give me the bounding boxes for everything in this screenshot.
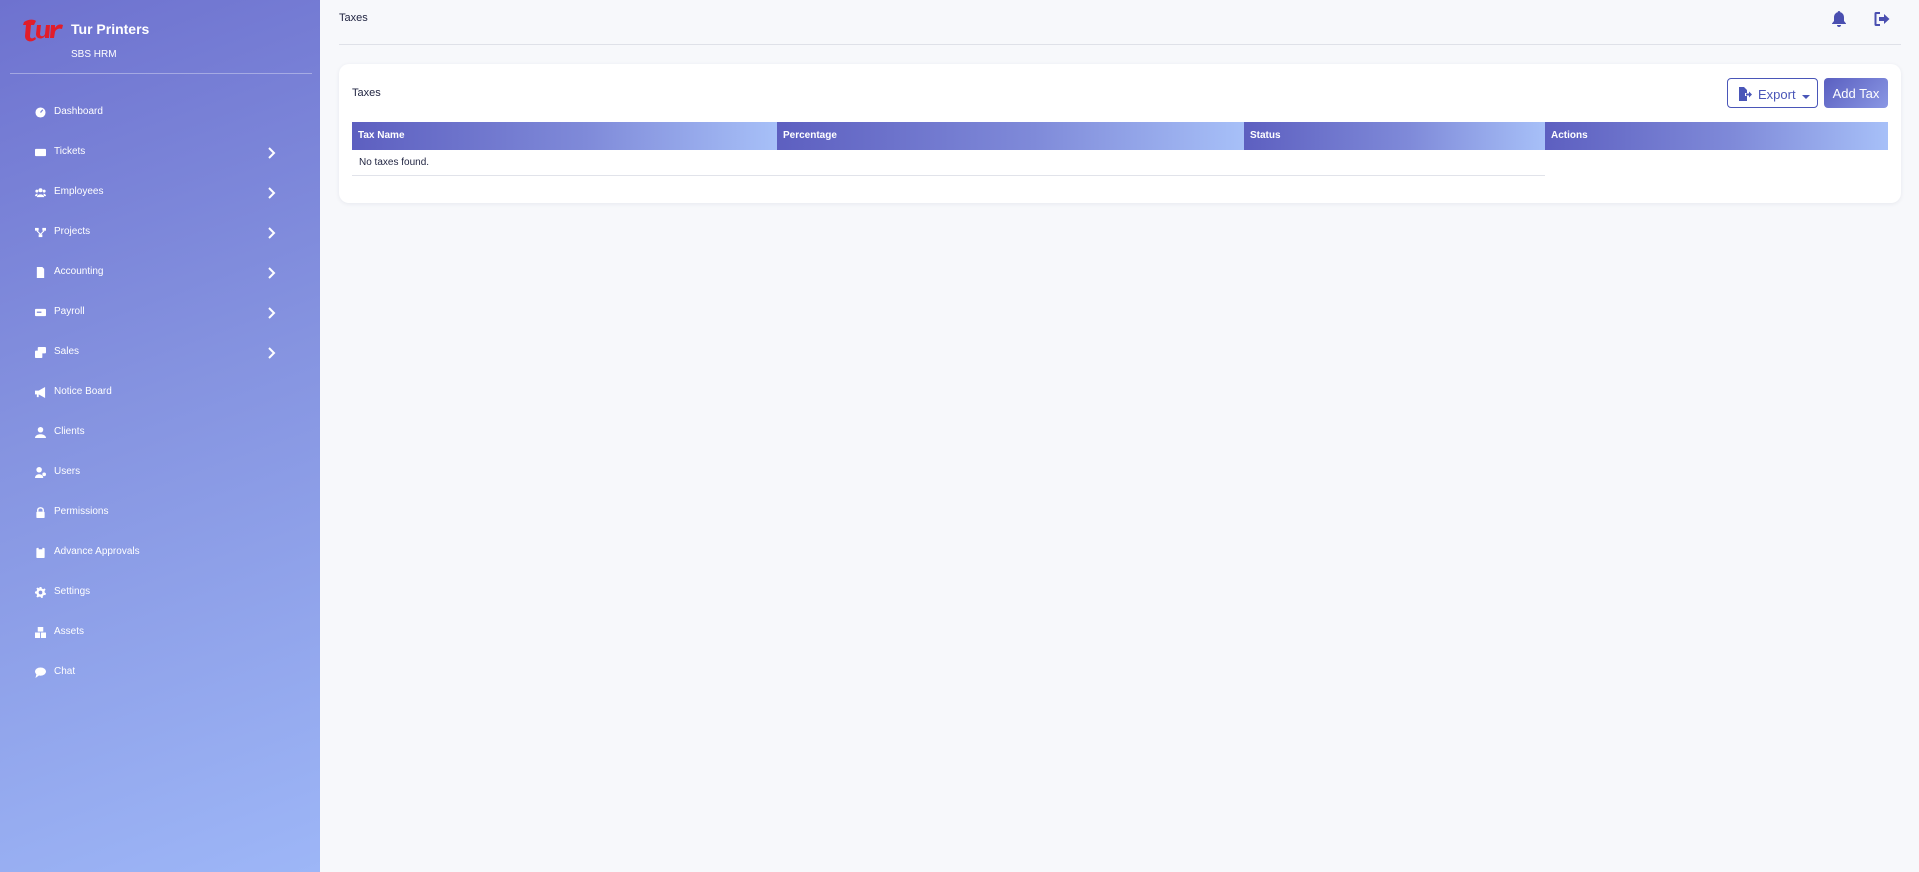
page-title: Taxes: [339, 12, 368, 24]
layers-icon: [34, 346, 46, 358]
chevron-right-icon: [266, 266, 276, 279]
sidebar-item-dashboard[interactable]: Dashboard: [0, 93, 320, 133]
sidebar: Tur Printers SBS HRM Dashboard Tickets E…: [0, 0, 320, 872]
sidebar-item-label: Payroll: [54, 306, 85, 317]
sidebar-item-label: Sales: [54, 346, 80, 357]
sidebar-item-label: Users: [54, 466, 81, 477]
project-diagram-icon: [34, 226, 46, 238]
sidebar-item-permissions[interactable]: Permissions: [0, 493, 320, 533]
bullhorn-icon: [34, 386, 46, 398]
brand-subtitle: SBS HRM: [71, 49, 117, 60]
brand[interactable]: Tur Printers SBS HRM: [22, 14, 312, 74]
logout-icon[interactable]: [1874, 11, 1890, 27]
file-invoice-icon: [34, 266, 46, 278]
sidebar-item-accounting[interactable]: Accounting: [0, 253, 320, 293]
sidebar-item-advance-approvals[interactable]: Advance Approvals: [0, 533, 320, 573]
chat-bubble-icon: [34, 666, 46, 678]
column-header-percentage[interactable]: Percentage: [777, 122, 1244, 150]
sidebar-item-label: Permissions: [54, 506, 109, 517]
sidebar-item-label: Employees: [54, 186, 104, 197]
sidebar-item-users[interactable]: Users: [0, 453, 320, 493]
boxes-icon: [34, 626, 46, 638]
user-gear-icon: [34, 466, 46, 478]
chevron-right-icon: [266, 226, 276, 239]
chevron-right-icon: [266, 146, 276, 159]
add-tax-button[interactable]: Add Tax: [1824, 78, 1888, 108]
sidebar-item-notice-board[interactable]: Notice Board: [0, 373, 320, 413]
top-bar: Taxes: [339, 0, 1901, 45]
export-button[interactable]: Export: [1727, 78, 1818, 108]
sidebar-item-label: Tickets: [54, 146, 86, 157]
sidebar-item-label: Clients: [54, 426, 85, 437]
sidebar-item-label: Assets: [54, 626, 85, 637]
table-header: Tax Name Percentage Status Actions: [352, 122, 1888, 150]
users-icon: [34, 186, 46, 198]
clipboard-check-icon: [34, 546, 46, 558]
sidebar-item-payroll[interactable]: Payroll: [0, 293, 320, 333]
sidebar-nav: Dashboard Tickets Employees Projects Acc…: [0, 93, 320, 693]
lock-icon: [34, 506, 46, 518]
column-header-status[interactable]: Status: [1244, 122, 1545, 150]
money-check-icon: [34, 306, 46, 318]
table-row: No taxes found.: [352, 150, 1545, 176]
brand-name: Tur Printers: [71, 21, 150, 37]
chevron-right-icon: [266, 306, 276, 319]
sidebar-item-clients[interactable]: Clients: [0, 413, 320, 453]
caret-down-icon: [1802, 89, 1810, 99]
sidebar-item-label: Projects: [54, 226, 91, 237]
ticket-icon: [34, 146, 46, 158]
gear-icon: [34, 586, 46, 598]
sidebar-item-label: Dashboard: [54, 106, 103, 117]
tur-logo-icon: [23, 19, 63, 42]
chevron-right-icon: [266, 346, 276, 359]
column-header-tax-name[interactable]: Tax Name: [352, 122, 777, 150]
card-title: Taxes: [352, 87, 381, 99]
sidebar-item-settings[interactable]: Settings: [0, 573, 320, 613]
taxes-table: Tax Name Percentage Status Actions No ta…: [352, 122, 1888, 176]
sidebar-item-label: Advance Approvals: [54, 546, 140, 557]
taxes-card: Taxes Export Add Tax Tax Name Percentage…: [339, 64, 1901, 203]
sidebar-item-label: Settings: [54, 586, 91, 597]
file-export-icon: [1738, 87, 1752, 101]
sidebar-divider: [10, 73, 312, 74]
sidebar-item-tickets[interactable]: Tickets: [0, 133, 320, 173]
sidebar-item-assets[interactable]: Assets: [0, 613, 320, 653]
dashboard-icon: [34, 106, 46, 118]
sidebar-item-projects[interactable]: Projects: [0, 213, 320, 253]
export-label: Export: [1758, 87, 1796, 102]
sidebar-item-label: Notice Board: [54, 386, 112, 397]
empty-state-text: No taxes found.: [359, 157, 430, 168]
user-icon: [34, 426, 46, 438]
chevron-right-icon: [266, 186, 276, 199]
column-header-actions[interactable]: Actions: [1545, 122, 1888, 150]
sidebar-item-chat[interactable]: Chat: [0, 653, 320, 693]
sidebar-item-sales[interactable]: Sales: [0, 333, 320, 373]
sidebar-item-label: Chat: [54, 666, 76, 677]
bell-icon[interactable]: [1831, 11, 1847, 27]
sidebar-item-employees[interactable]: Employees: [0, 173, 320, 213]
sidebar-item-label: Accounting: [54, 266, 104, 277]
